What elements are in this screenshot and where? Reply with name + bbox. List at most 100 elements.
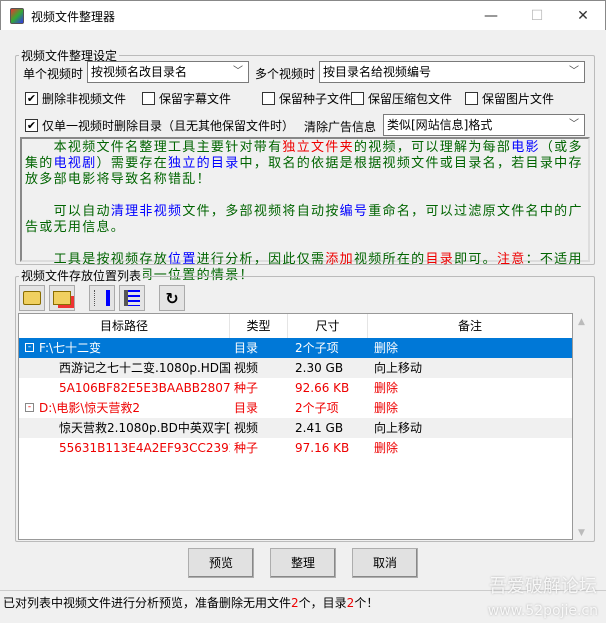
cell-type: 目录 [234, 401, 259, 415]
column-header-type[interactable]: 类型 [230, 314, 288, 338]
status-text: 已对列表中视频文件进行分析预览，准备删除无用文件 [3, 596, 292, 610]
checkbox-box [465, 91, 478, 105]
column-header-path[interactable]: 目标路径 [19, 314, 230, 338]
checkbox-box: ✔ [25, 91, 38, 105]
checkbox-box [142, 91, 155, 105]
info-text-segment: 的视频，可以理解为每部 [353, 140, 512, 155]
refresh-button[interactable]: ↻ [159, 285, 185, 311]
refresh-icon: ↻ [165, 288, 179, 308]
column-header-note[interactable]: 备注 [368, 314, 572, 338]
single-video-select[interactable]: 按视频名改目录名 ﹀ [87, 61, 249, 83]
collapse-all-button[interactable] [89, 285, 115, 311]
cancel-button[interactable]: 取消 [352, 548, 418, 578]
cell-path: F:\七十二变 [39, 341, 102, 355]
cell-type: 种子 [234, 441, 259, 455]
chevron-down-icon: ﹀ [569, 119, 579, 130]
single-video-label: 单个视频时 [23, 67, 84, 81]
multi-video-select[interactable]: 按目录名给视频编号 ﹀ [319, 61, 585, 83]
maximize-button[interactable]: ☐ [514, 1, 560, 31]
cell-note: 向上移动 [374, 361, 423, 375]
folder-icon [23, 291, 41, 305]
watermark-line2: www.52pojie.cn [487, 603, 598, 619]
cell-path: 惊天营救2.1080p.BD中英双字[其 [59, 421, 230, 435]
checkbox-label: 保留图片文件 [482, 91, 555, 106]
info-text-segment: 添加 [325, 252, 354, 267]
title-bar: 视频文件整理器 — ☐ ✕ [0, 0, 606, 30]
chevron-down-icon: ﹀ [233, 66, 243, 77]
info-text-segment: 文件，多部视频将自动按 [182, 204, 340, 219]
info-text-segment: 本视频文件名整理工具主要针对带有 [25, 140, 283, 155]
cell-path: 5A106BF82E5E3BAABB280753 [59, 381, 230, 395]
table-row[interactable]: 西游记之七十二变.1080p.HD国语 视频 2.30 GB 向上移动 [19, 358, 572, 378]
checkbox-box: ✔ [25, 118, 38, 132]
collapse-icon[interactable]: - [25, 343, 34, 352]
window-title: 视频文件整理器 [31, 10, 116, 24]
add-multi-folder-button[interactable] [49, 285, 75, 311]
scroll-down-icon[interactable]: ▼ [573, 528, 590, 538]
info-text-segment: 工具是按视频存放 [25, 252, 169, 267]
info-paragraph: 本视频文件名整理工具主要针对带有独立文件夹的视频，可以理解为每部电影（或多集的电… [25, 140, 585, 188]
checkbox-option[interactable]: 保留字幕文件 [142, 90, 231, 106]
add-folder-button[interactable] [19, 285, 45, 311]
cell-size: 2.30 GB [295, 361, 344, 375]
info-text-segment: 位置 [168, 252, 197, 267]
chevron-down-icon: ﹀ [569, 66, 579, 77]
checkbox-option[interactable]: 保留图片文件 [465, 90, 554, 106]
info-text-segment: 清理非视频 [110, 204, 183, 219]
checkbox-option[interactable]: 保留压缩包文件 [351, 90, 452, 106]
status-text: 个，目录 [298, 596, 347, 610]
checkbox-label: 保留压缩包文件 [368, 91, 453, 106]
checkbox-option[interactable]: ✔ 删除非视频文件 [25, 90, 126, 106]
cell-note: 删除 [374, 381, 399, 395]
watermark-line1: 吾爱破解论坛 [488, 576, 597, 597]
cell-type: 视频 [234, 421, 259, 435]
delete-dir-checkbox[interactable]: ✔ 仅单一视频时删除目录（且无其他保留文件时） [25, 117, 294, 133]
preview-button[interactable]: 预览 [188, 548, 254, 578]
cell-note: 删除 [374, 441, 399, 455]
table-row[interactable]: - D:\电影\惊天营救2 目录 2个子项 删除 [19, 398, 572, 418]
app-icon [10, 8, 24, 24]
info-text-segment: 即可。 [454, 252, 497, 267]
column-header-size[interactable]: 尺寸 [288, 314, 368, 338]
cell-note: 向上移动 [374, 421, 423, 435]
single-video-value: 按视频名改目录名 [91, 65, 188, 79]
file-list[interactable]: 目标路径 类型 尺寸 备注 - F:\七十二变 目录 2个子项 删除 西游记之七十二变.1… [18, 313, 573, 540]
expand-all-button[interactable] [119, 285, 145, 311]
table-row[interactable]: 5A106BF82E5E3BAABB280753 种子 92.66 KB 删除 [19, 378, 572, 398]
cell-size: 2个子项 [295, 401, 339, 415]
table-row[interactable]: - F:\七十二变 目录 2个子项 删除 [19, 338, 572, 358]
ad-format-value: 类似[网站信息]格式 [387, 118, 493, 132]
close-button[interactable]: ✕ [560, 1, 606, 31]
checkbox-box [262, 91, 275, 105]
list-scrollbar[interactable]: ▲ ▼ [573, 313, 590, 540]
table-row[interactable]: 55631B113E4A2EF93CC23921 种子 97.16 KB 删除 [19, 438, 572, 458]
tree-expand-icon [124, 290, 140, 306]
cell-note: 删除 [374, 401, 399, 415]
table-row[interactable]: 惊天营救2.1080p.BD中英双字[其 视频 2.41 GB 向上移动 [19, 418, 572, 438]
checkbox-label: 保留字幕文件 [159, 91, 232, 106]
minimize-button[interactable]: — [468, 1, 514, 31]
info-text-segment: 电影 [511, 140, 540, 155]
organize-button[interactable]: 整理 [270, 548, 336, 578]
info-text-segment: 独立文件夹 [282, 140, 354, 155]
cell-size: 2.41 GB [295, 421, 344, 435]
cell-type: 目录 [234, 341, 259, 355]
multi-video-value: 按目录名给视频编号 [323, 65, 432, 79]
ad-format-select[interactable]: 类似[网站信息]格式 ﹀ [383, 114, 585, 136]
scroll-up-icon[interactable]: ▲ [573, 317, 590, 327]
collapse-icon[interactable]: - [25, 403, 34, 412]
cell-path: 西游记之七十二变.1080p.HD国语 [59, 361, 230, 375]
cell-path: D:\电影\惊天营救2 [39, 401, 141, 415]
cell-size: 92.66 KB [295, 381, 350, 395]
checkbox-option[interactable]: 保留种子文件 [262, 90, 351, 106]
multi-video-label: 多个视频时 [255, 67, 316, 81]
cell-type: 种子 [234, 381, 259, 395]
cell-size: 2个子项 [295, 341, 339, 355]
tree-collapse-icon [94, 290, 110, 306]
cell-size: 97.16 KB [295, 441, 350, 455]
cell-note: 删除 [374, 341, 399, 355]
list-group-label: 视频文件存放位置列表 [19, 267, 144, 284]
info-text-segment: 进行分析，因此仅需 [196, 252, 326, 267]
info-text-segment: 目录 [425, 252, 455, 267]
checkbox-box [351, 91, 364, 105]
